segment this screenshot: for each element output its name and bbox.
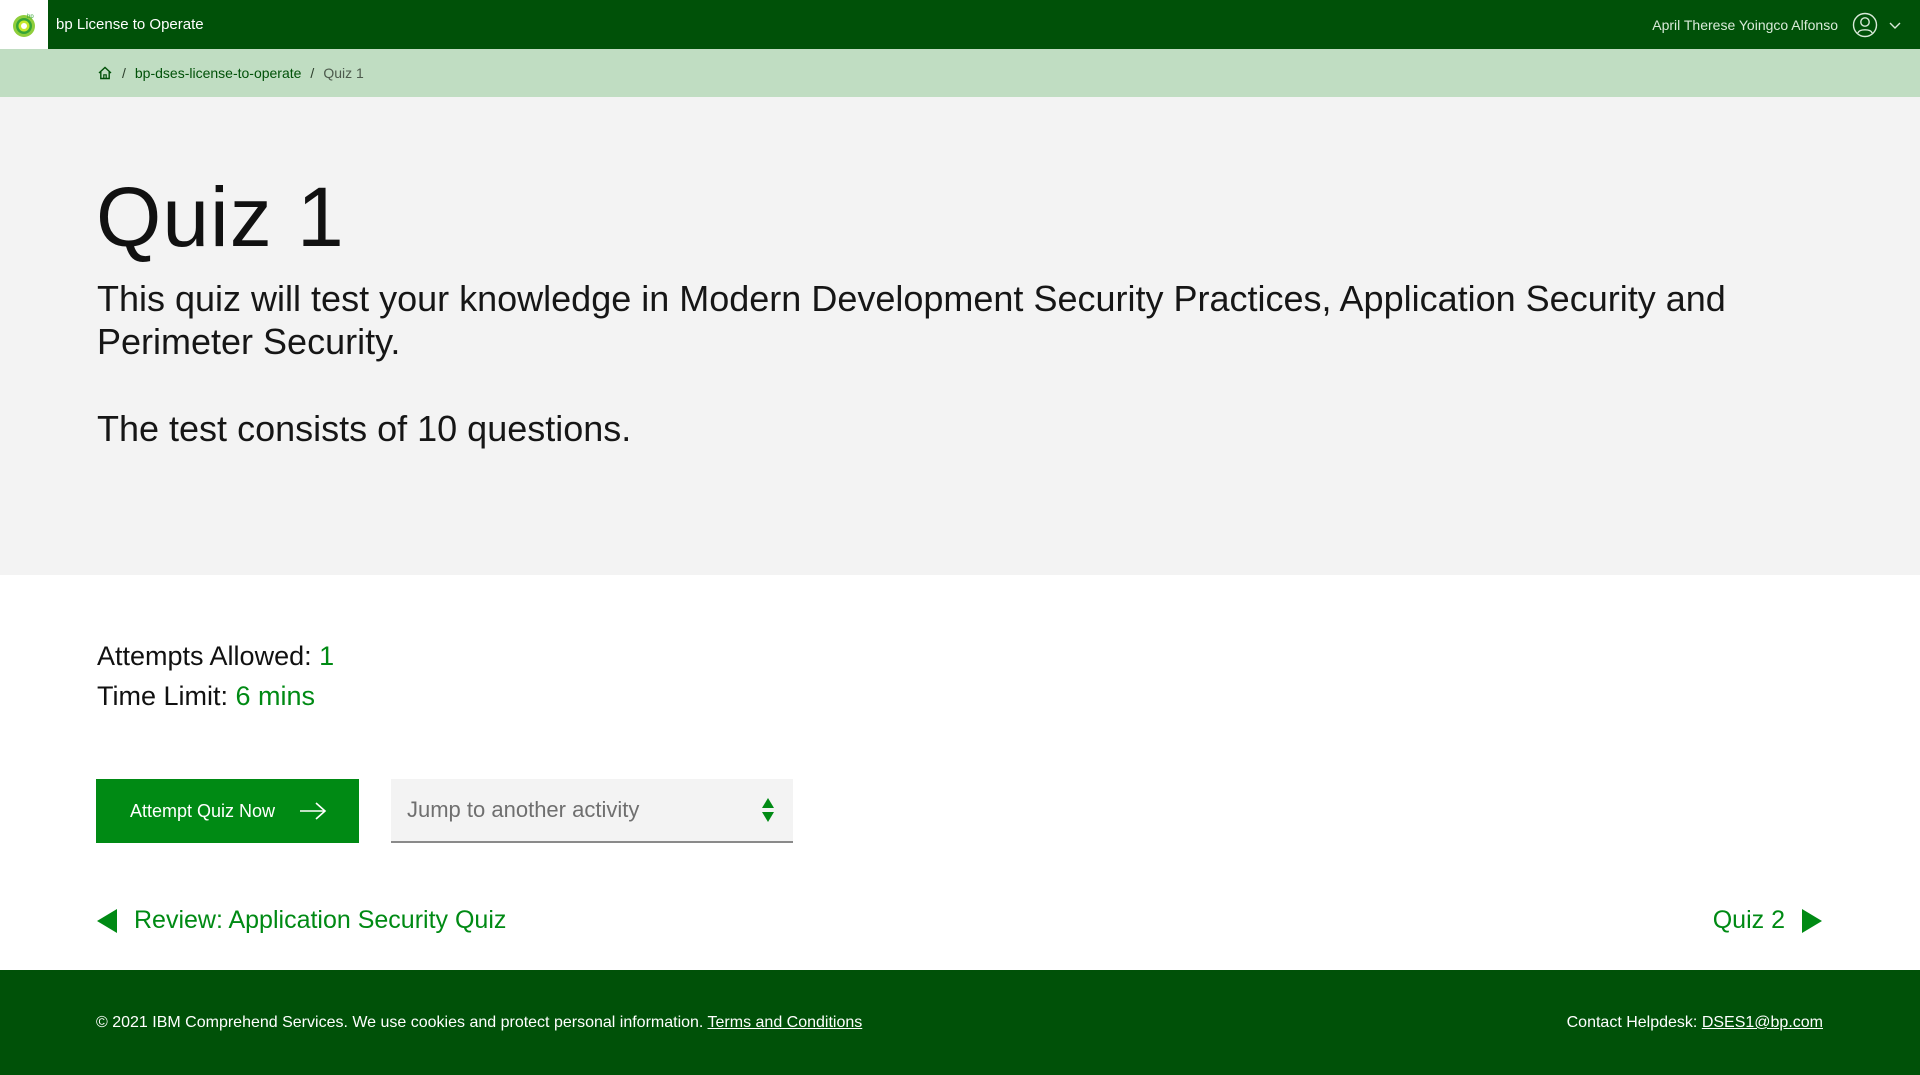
quiz-details: Attempts Allowed: 1 Time Limit: 6 mins: [97, 636, 334, 716]
jump-to-activity-select[interactable]: Jump to another activity: [391, 779, 793, 843]
top-header: bp bp License to Operate April Therese Y…: [0, 0, 1920, 49]
copyright-text: © 2021 IBM Comprehend Services. We use c…: [96, 1014, 704, 1031]
helpdesk-label: Contact Helpdesk:: [1566, 1014, 1698, 1031]
triangle-right-icon: [1802, 908, 1822, 933]
breadcrumb-separator: /: [122, 65, 126, 81]
time-limit-value: 6 mins: [235, 681, 316, 711]
sort-updown-icon: [762, 798, 774, 822]
footer-helpdesk: Contact Helpdesk: DSES1@bp.com: [1567, 1014, 1823, 1032]
next-activity-label: Quiz 2: [1712, 906, 1785, 934]
time-limit-row: Time Limit: 6 mins: [97, 676, 334, 716]
attempt-quiz-label: Attempt Quiz Now: [130, 800, 276, 821]
terms-link[interactable]: Terms and Conditions: [708, 1014, 863, 1031]
footer-copyright: © 2021 IBM Comprehend Services. We use c…: [96, 1014, 862, 1032]
breadcrumb: / bp-dses-license-to-operate / Quiz 1: [0, 49, 1920, 97]
breadcrumb-item-current: Quiz 1: [323, 65, 364, 81]
attempts-label: Attempts Allowed:: [97, 641, 312, 671]
page-footer: © 2021 IBM Comprehend Services. We use c…: [0, 970, 1920, 1075]
attempt-quiz-button[interactable]: Attempt Quiz Now: [96, 779, 359, 843]
user-avatar-icon: [1852, 12, 1878, 37]
page-title: Quiz 1: [96, 170, 345, 264]
breadcrumb-separator: /: [310, 65, 315, 81]
breadcrumb-item-course[interactable]: bp-dses-license-to-operate: [135, 65, 302, 81]
time-limit-label: Time Limit:: [97, 681, 229, 711]
app-title[interactable]: bp License to Operate: [56, 16, 204, 33]
previous-activity-link[interactable]: Review: Application Security Quiz: [96, 906, 506, 935]
jump-select-placeholder: Jump to another activity: [407, 797, 640, 822]
hero-section: Quiz 1 This quiz will test your knowledg…: [0, 97, 1920, 575]
next-activity-link[interactable]: Quiz 2: [1713, 906, 1823, 935]
arrow-right-icon: [300, 802, 327, 820]
bp-logo[interactable]: bp: [0, 0, 48, 49]
question-count: The test consists of 10 questions.: [97, 408, 632, 449]
previous-activity-label: Review: Application Security Quiz: [134, 906, 507, 934]
chevron-down-icon: [1889, 22, 1901, 29]
user-name: April Therese Yoingco Alfonso: [1652, 16, 1838, 33]
user-menu[interactable]: April Therese Yoingco Alfonso: [1652, 0, 1902, 49]
svg-text:bp: bp: [27, 14, 34, 20]
home-icon[interactable]: [97, 65, 113, 81]
bp-helios-logo-icon: bp: [13, 14, 35, 37]
attempts-value: 1: [319, 641, 335, 671]
helpdesk-email-link[interactable]: DSES1@bp.com: [1702, 1014, 1823, 1031]
attempts-row: Attempts Allowed: 1: [97, 636, 334, 676]
quiz-description: This quiz will test your knowledge in Mo…: [97, 278, 1726, 362]
triangle-left-icon: [97, 908, 117, 933]
